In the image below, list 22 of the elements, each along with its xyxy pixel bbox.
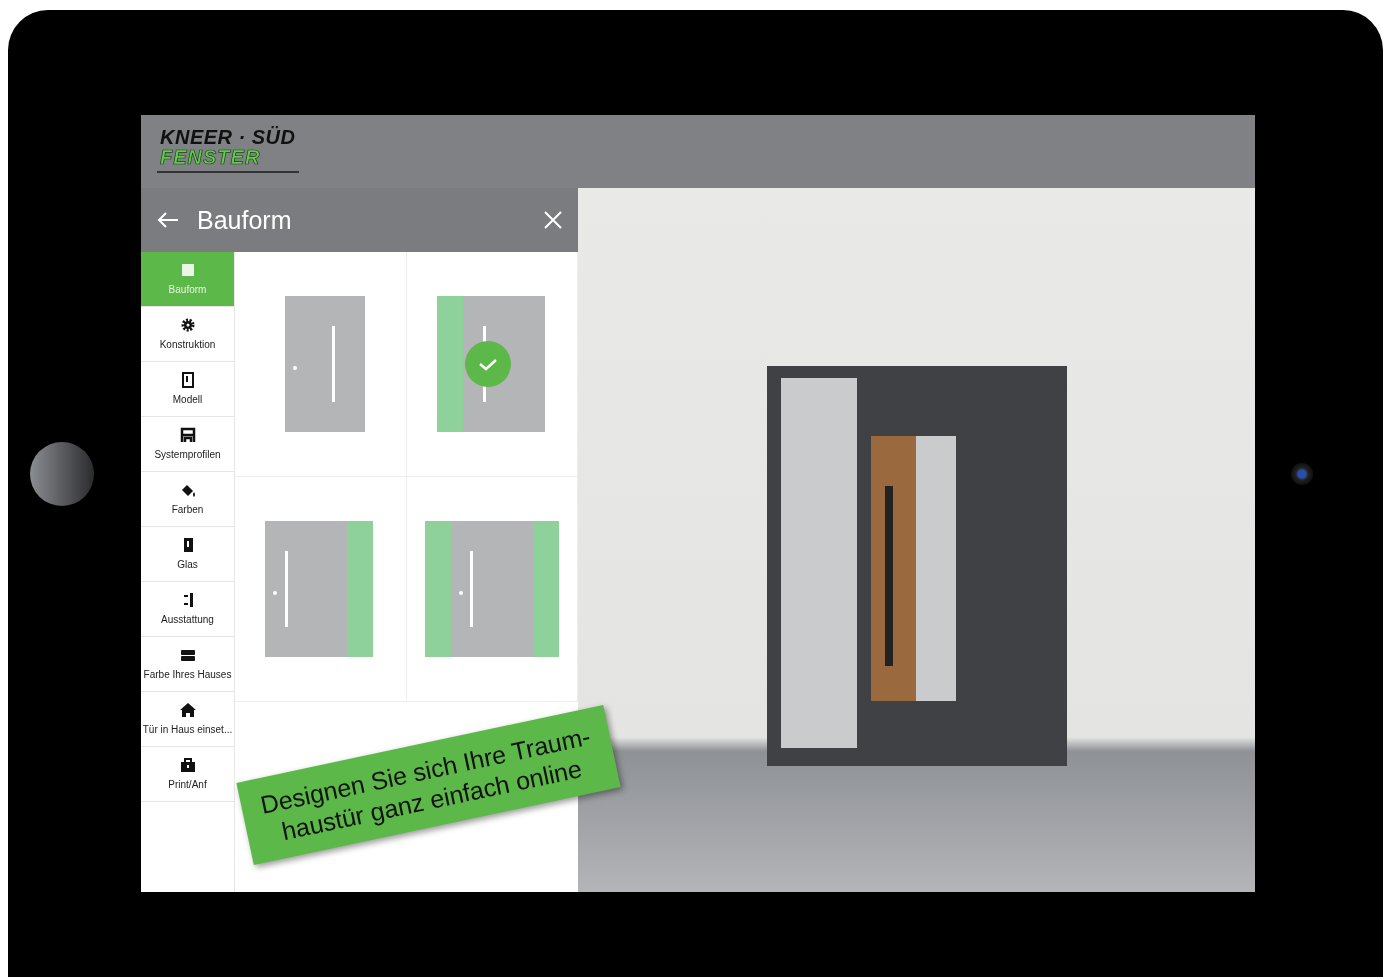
close-icon[interactable]	[544, 211, 562, 229]
sidebar-item[interactable]: Systemprofilen	[141, 417, 234, 472]
camera-icon	[1290, 462, 1313, 485]
check-icon	[464, 341, 511, 387]
house-icon	[178, 701, 197, 719]
sidebar-item[interactable]: Tür in Haus einset...	[141, 692, 234, 747]
sidebar-item[interactable]: Ausstattung	[141, 582, 234, 637]
door-layout-option[interactable]	[406, 477, 578, 702]
sidebar-item[interactable]: Print/Anf	[141, 747, 234, 802]
back-arrow-icon[interactable]	[157, 211, 179, 229]
sidebar-item[interactable]: Farben	[141, 472, 234, 527]
logo: KNEER · SÜD FENSTER	[157, 127, 299, 173]
profile-icon	[178, 426, 197, 444]
door-layout-option[interactable]	[235, 252, 407, 477]
door-layout-option[interactable]	[406, 252, 578, 477]
sidebar-item[interactable]: Modell	[141, 362, 234, 417]
door-layout-option[interactable]	[235, 477, 407, 702]
sidebar-item[interactable]: Konstruktion	[141, 307, 234, 362]
briefcase-icon	[178, 756, 197, 774]
sidebar-item[interactable]: Glas	[141, 527, 234, 582]
sidebar-item[interactable]: Farbe Ihres Hauses	[141, 637, 234, 692]
panel-title: Bauform	[197, 205, 293, 235]
